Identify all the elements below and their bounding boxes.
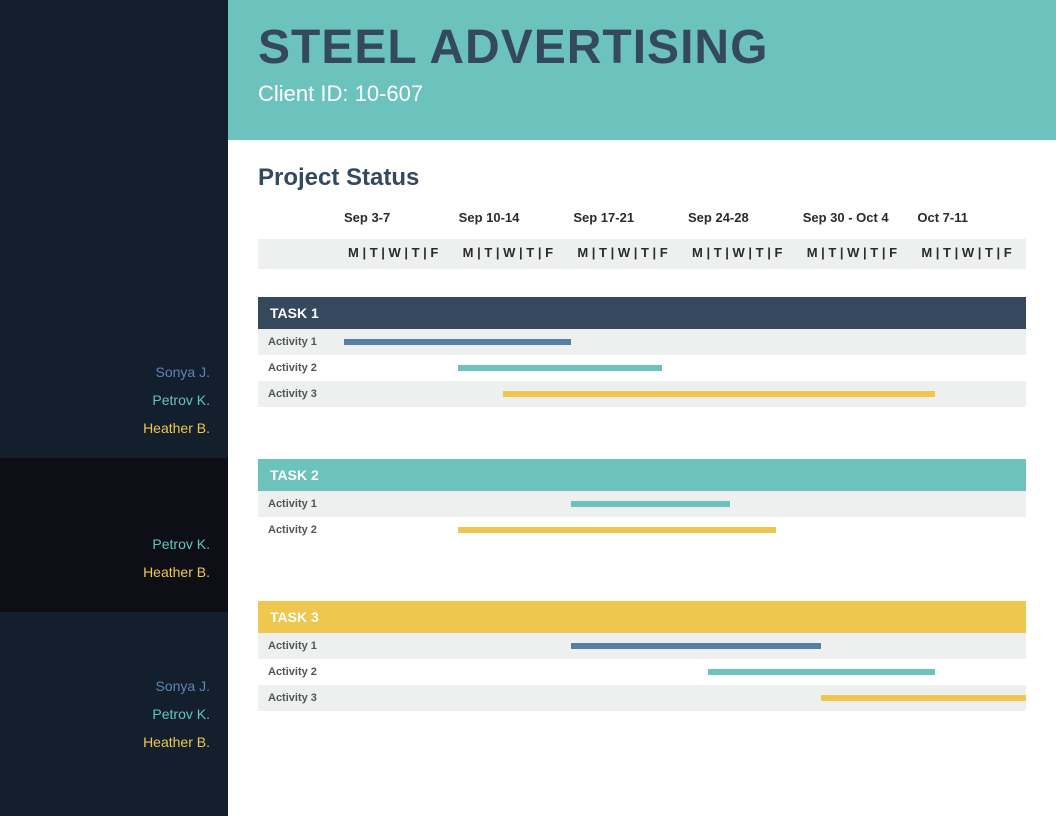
week-days: M | T | W | T | F xyxy=(344,239,453,269)
week-days: M | T | W | T | F xyxy=(459,239,568,269)
task-1: TASK 1 Activity 1 Activity 2 Activity 3 xyxy=(258,297,1026,407)
activity-row: Activity 3 xyxy=(258,685,1026,711)
gantt-bar xyxy=(458,527,776,533)
bar-area xyxy=(344,491,1026,517)
page: Sonya J. Petrov K. Heather B. Petrov K. … xyxy=(0,0,1056,816)
sidebar-people-task2: Petrov K. Heather B. xyxy=(0,458,228,612)
person-petrov: Petrov K. xyxy=(10,700,210,728)
gantt-bar xyxy=(821,695,1026,701)
bar-area xyxy=(344,659,1026,685)
person-sonya: Sonya J. xyxy=(10,358,210,386)
gantt-bar xyxy=(458,365,663,371)
gantt-bar xyxy=(503,391,935,397)
activity-row: Activity 2 xyxy=(258,659,1026,685)
bar-area xyxy=(344,355,1026,381)
activity-row: Activity 2 xyxy=(258,517,1026,543)
activity-label: Activity 2 xyxy=(258,524,344,536)
task-3: TASK 3 Activity 1 Activity 2 Activity 3 xyxy=(258,601,1026,711)
activity-label: Activity 2 xyxy=(258,362,344,374)
bar-area xyxy=(344,381,1026,407)
status-title: Project Status xyxy=(258,164,1026,192)
sidebar-people-task1: Sonya J. Petrov K. Heather B. xyxy=(0,140,228,458)
week-days: M | T | W | T | F xyxy=(803,239,912,269)
header-title: STEEL ADVERTISING xyxy=(258,20,1026,75)
week-range: Sep 17-21 xyxy=(573,210,682,233)
sidebar-people-task3: Sonya J. Petrov K. Heather B. xyxy=(0,612,228,816)
gantt-bar xyxy=(708,669,935,675)
person-sonya: Sonya J. xyxy=(10,672,210,700)
gantt-bar xyxy=(571,643,821,649)
person-petrov: Petrov K. xyxy=(10,530,210,558)
activity-row: Activity 1 xyxy=(258,491,1026,517)
activity-row: Activity 2 xyxy=(258,355,1026,381)
header: STEEL ADVERTISING Client ID: 10-607 xyxy=(228,0,1056,140)
sidebar: Sonya J. Petrov K. Heather B. Petrov K. … xyxy=(0,0,228,816)
gantt-bar xyxy=(571,501,730,507)
timeline-week-ranges: Sep 3-7 Sep 10-14 Sep 17-21 Sep 24-28 Se… xyxy=(258,210,1026,233)
sidebar-spacer xyxy=(0,0,228,140)
task-2: TASK 2 Activity 1 Activity 2 xyxy=(258,459,1026,543)
week-days: M | T | W | T | F xyxy=(688,239,797,269)
task-header: TASK 2 xyxy=(258,459,1026,491)
person-heather: Heather B. xyxy=(10,414,210,442)
content: Project Status Sep 3-7 Sep 10-14 Sep 17-… xyxy=(228,140,1056,711)
week-days: M | T | W | T | F xyxy=(573,239,682,269)
week-days: M | T | W | T | F xyxy=(917,239,1026,269)
task-header: TASK 3 xyxy=(258,601,1026,633)
week-range: Sep 24-28 xyxy=(688,210,797,233)
bar-area xyxy=(344,517,1026,543)
main: STEEL ADVERTISING Client ID: 10-607 Proj… xyxy=(228,0,1056,816)
bar-area xyxy=(344,633,1026,659)
activity-label: Activity 2 xyxy=(258,666,344,678)
activity-label: Activity 1 xyxy=(258,336,344,348)
header-subtitle: Client ID: 10-607 xyxy=(258,81,1026,107)
activity-row: Activity 1 xyxy=(258,633,1026,659)
person-petrov: Petrov K. xyxy=(10,386,210,414)
task-header: TASK 1 xyxy=(258,297,1026,329)
person-heather: Heather B. xyxy=(10,558,210,586)
week-range: Sep 30 - Oct 4 xyxy=(803,210,912,233)
bar-area xyxy=(344,685,1026,711)
person-heather: Heather B. xyxy=(10,728,210,756)
week-range: Sep 3-7 xyxy=(344,210,453,233)
activity-label: Activity 1 xyxy=(258,640,344,652)
label-col-spacer xyxy=(258,239,344,269)
activity-label: Activity 3 xyxy=(258,692,344,704)
gantt-bar xyxy=(344,339,571,345)
week-range: Oct 7-11 xyxy=(917,210,1026,233)
activity-row: Activity 3 xyxy=(258,381,1026,407)
activity-label: Activity 1 xyxy=(258,498,344,510)
timeline-weekdays: M | T | W | T | F M | T | W | T | F M | … xyxy=(258,239,1026,269)
bar-area xyxy=(344,329,1026,355)
activity-label: Activity 3 xyxy=(258,388,344,400)
week-range: Sep 10-14 xyxy=(459,210,568,233)
activity-row: Activity 1 xyxy=(258,329,1026,355)
